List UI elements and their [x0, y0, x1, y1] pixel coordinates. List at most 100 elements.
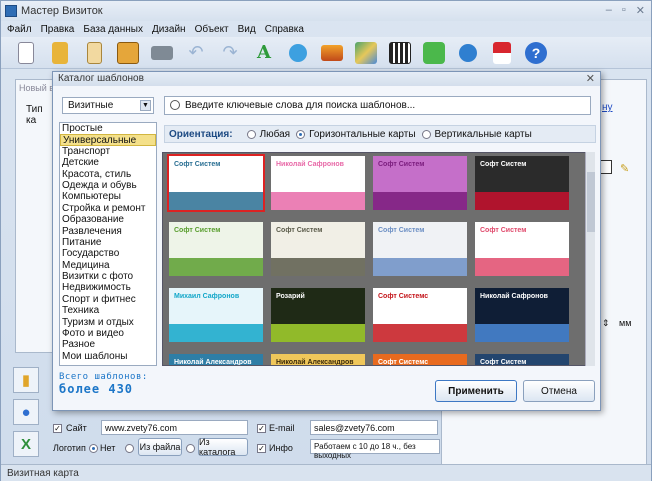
menu-edit[interactable]: Правка [41, 24, 75, 35]
open-folder-icon[interactable] [43, 39, 77, 67]
category-item[interactable]: Развлечения [60, 226, 156, 237]
category-item[interactable]: Универсальные [60, 134, 156, 146]
background-link[interactable]: ну [602, 102, 613, 113]
spin-arrows-icon[interactable]: ⇕ [602, 318, 610, 329]
category-item[interactable]: Образование [60, 214, 156, 225]
template-card-title: Софт Систем [480, 359, 527, 366]
image-icon[interactable] [315, 39, 349, 67]
template-card[interactable]: Софт Систем [475, 354, 569, 366]
template-card-title: Софт Системс [378, 359, 429, 366]
category-item[interactable]: Визитки с фото [60, 271, 156, 282]
template-search-input[interactable]: Введите ключевые слова для поиска шаблон… [164, 96, 591, 115]
orientation-any-radio[interactable] [246, 129, 256, 139]
logo-file-button[interactable]: Из файла [138, 438, 182, 456]
clipboard-icon[interactable] [77, 39, 111, 67]
scrollbar-thumb[interactable] [587, 172, 595, 232]
close-window-button[interactable]: ✕ [636, 4, 645, 17]
category-item[interactable]: Недвижимость [60, 282, 156, 293]
template-card[interactable]: Николай Сафронов [475, 288, 569, 342]
category-item[interactable]: Красота, стиль [60, 169, 156, 180]
menu-design[interactable]: Дизайн [152, 24, 186, 35]
info-checkbox[interactable]: ✓ [257, 444, 266, 454]
category-item[interactable]: Детские [60, 157, 156, 168]
category-item[interactable]: Фото и видео [60, 328, 156, 339]
save-icon[interactable] [111, 39, 145, 67]
category-item[interactable]: Простые [60, 123, 156, 134]
pencil-icon[interactable]: ✎ [620, 162, 629, 175]
resize-icon[interactable] [417, 39, 451, 67]
category-item[interactable]: Медицина [60, 260, 156, 271]
side-excel-icon[interactable]: X [13, 431, 39, 457]
template-card[interactable]: Софт Систем [475, 156, 569, 210]
category-item[interactable]: Компьютеры [60, 191, 156, 202]
category-item[interactable]: Одежда и обувь [60, 180, 156, 191]
category-item[interactable]: Туризм и отдых [60, 317, 156, 328]
zoom-icon[interactable] [451, 39, 485, 67]
template-card[interactable]: Розарий [271, 288, 365, 342]
map-icon[interactable] [349, 39, 383, 67]
menu-help[interactable]: Справка [265, 24, 304, 35]
template-card[interactable]: Софт Систем [475, 222, 569, 276]
category-item[interactable]: Спорт и фитнес [60, 294, 156, 305]
total-label: Всего шаблонов: [59, 372, 148, 382]
category-item[interactable]: Транспорт [60, 146, 156, 157]
side-folder-icon[interactable]: ▮ [13, 367, 39, 393]
template-card-title: Николай Александров [174, 359, 252, 366]
total-count: более 430 [59, 382, 134, 396]
window-title: Мастер Визиток [21, 5, 103, 17]
email-checkbox[interactable]: ✓ [257, 424, 266, 434]
template-card[interactable]: Софт Систем [373, 156, 467, 210]
print-icon[interactable] [145, 39, 179, 67]
minimize-button[interactable]: – [606, 4, 612, 17]
category-item[interactable]: Стройка и ремонт [60, 203, 156, 214]
logo-file-radio[interactable] [125, 444, 134, 454]
template-card[interactable]: Николай Сафронов [271, 156, 365, 210]
menu-object[interactable]: Объект [195, 24, 229, 35]
info-field[interactable]: Работаем с 10 до 18 ч., без выходных [310, 439, 440, 460]
template-card[interactable]: Софт Систем [167, 154, 265, 212]
redo-icon[interactable]: ↷ [213, 39, 247, 67]
category-select[interactable]: Визитные ▼ [62, 97, 154, 114]
home-icon[interactable] [485, 39, 519, 67]
template-card[interactable]: Николай Александров [169, 354, 263, 366]
gallery-scrollbar[interactable] [585, 152, 595, 366]
cancel-button[interactable]: Отмена [523, 380, 595, 402]
text-tool-icon[interactable]: A [247, 39, 281, 67]
menu-file[interactable]: Файл [7, 24, 32, 35]
chevron-down-icon[interactable]: ▼ [140, 100, 151, 111]
template-card[interactable]: Николай Александров [271, 354, 365, 365]
apply-button[interactable]: Применить [435, 380, 517, 402]
logo-catalog-button[interactable]: Из каталога [198, 437, 248, 457]
template-card[interactable]: Софт Систем [169, 222, 263, 276]
category-item[interactable]: Государство [60, 248, 156, 259]
site-checkbox[interactable]: ✓ [53, 424, 62, 434]
maximize-button[interactable]: ▫ [622, 4, 626, 17]
category-item[interactable]: Мои шаблоны [60, 351, 156, 362]
background-swatch[interactable] [600, 160, 612, 174]
template-card-accent [475, 192, 569, 210]
help-icon[interactable]: ? [519, 39, 553, 67]
orientation-horizontal-radio[interactable] [296, 129, 306, 139]
category-item[interactable]: Техника [60, 305, 156, 316]
logo-catalog-radio[interactable] [186, 444, 195, 454]
undo-icon[interactable]: ↶ [179, 39, 213, 67]
template-card[interactable]: Софт Системс [373, 288, 467, 342]
template-card[interactable]: Софт Систем [271, 222, 365, 276]
template-card[interactable]: Софт Системс [373, 354, 467, 366]
template-card[interactable]: Михаил Сафронов [169, 288, 263, 342]
side-search-icon[interactable]: ● [13, 399, 39, 425]
logo-none-radio[interactable] [89, 444, 98, 454]
template-card[interactable]: Софт Систем [373, 222, 467, 276]
category-item[interactable]: Разное [60, 339, 156, 350]
menu-view[interactable]: Вид [238, 24, 256, 35]
shapes-icon[interactable] [281, 39, 315, 67]
qr-code-icon[interactable] [383, 39, 417, 67]
new-document-icon[interactable] [9, 39, 43, 67]
menu-database[interactable]: База данных [83, 24, 143, 35]
template-card-accent [373, 258, 467, 276]
email-field[interactable]: sales@zvety76.com [310, 420, 438, 435]
category-item[interactable]: Питание [60, 237, 156, 248]
orientation-vertical-radio[interactable] [421, 129, 431, 139]
site-field[interactable]: www.zvety76.com [101, 420, 248, 435]
dialog-close-icon[interactable]: ✕ [586, 72, 595, 85]
